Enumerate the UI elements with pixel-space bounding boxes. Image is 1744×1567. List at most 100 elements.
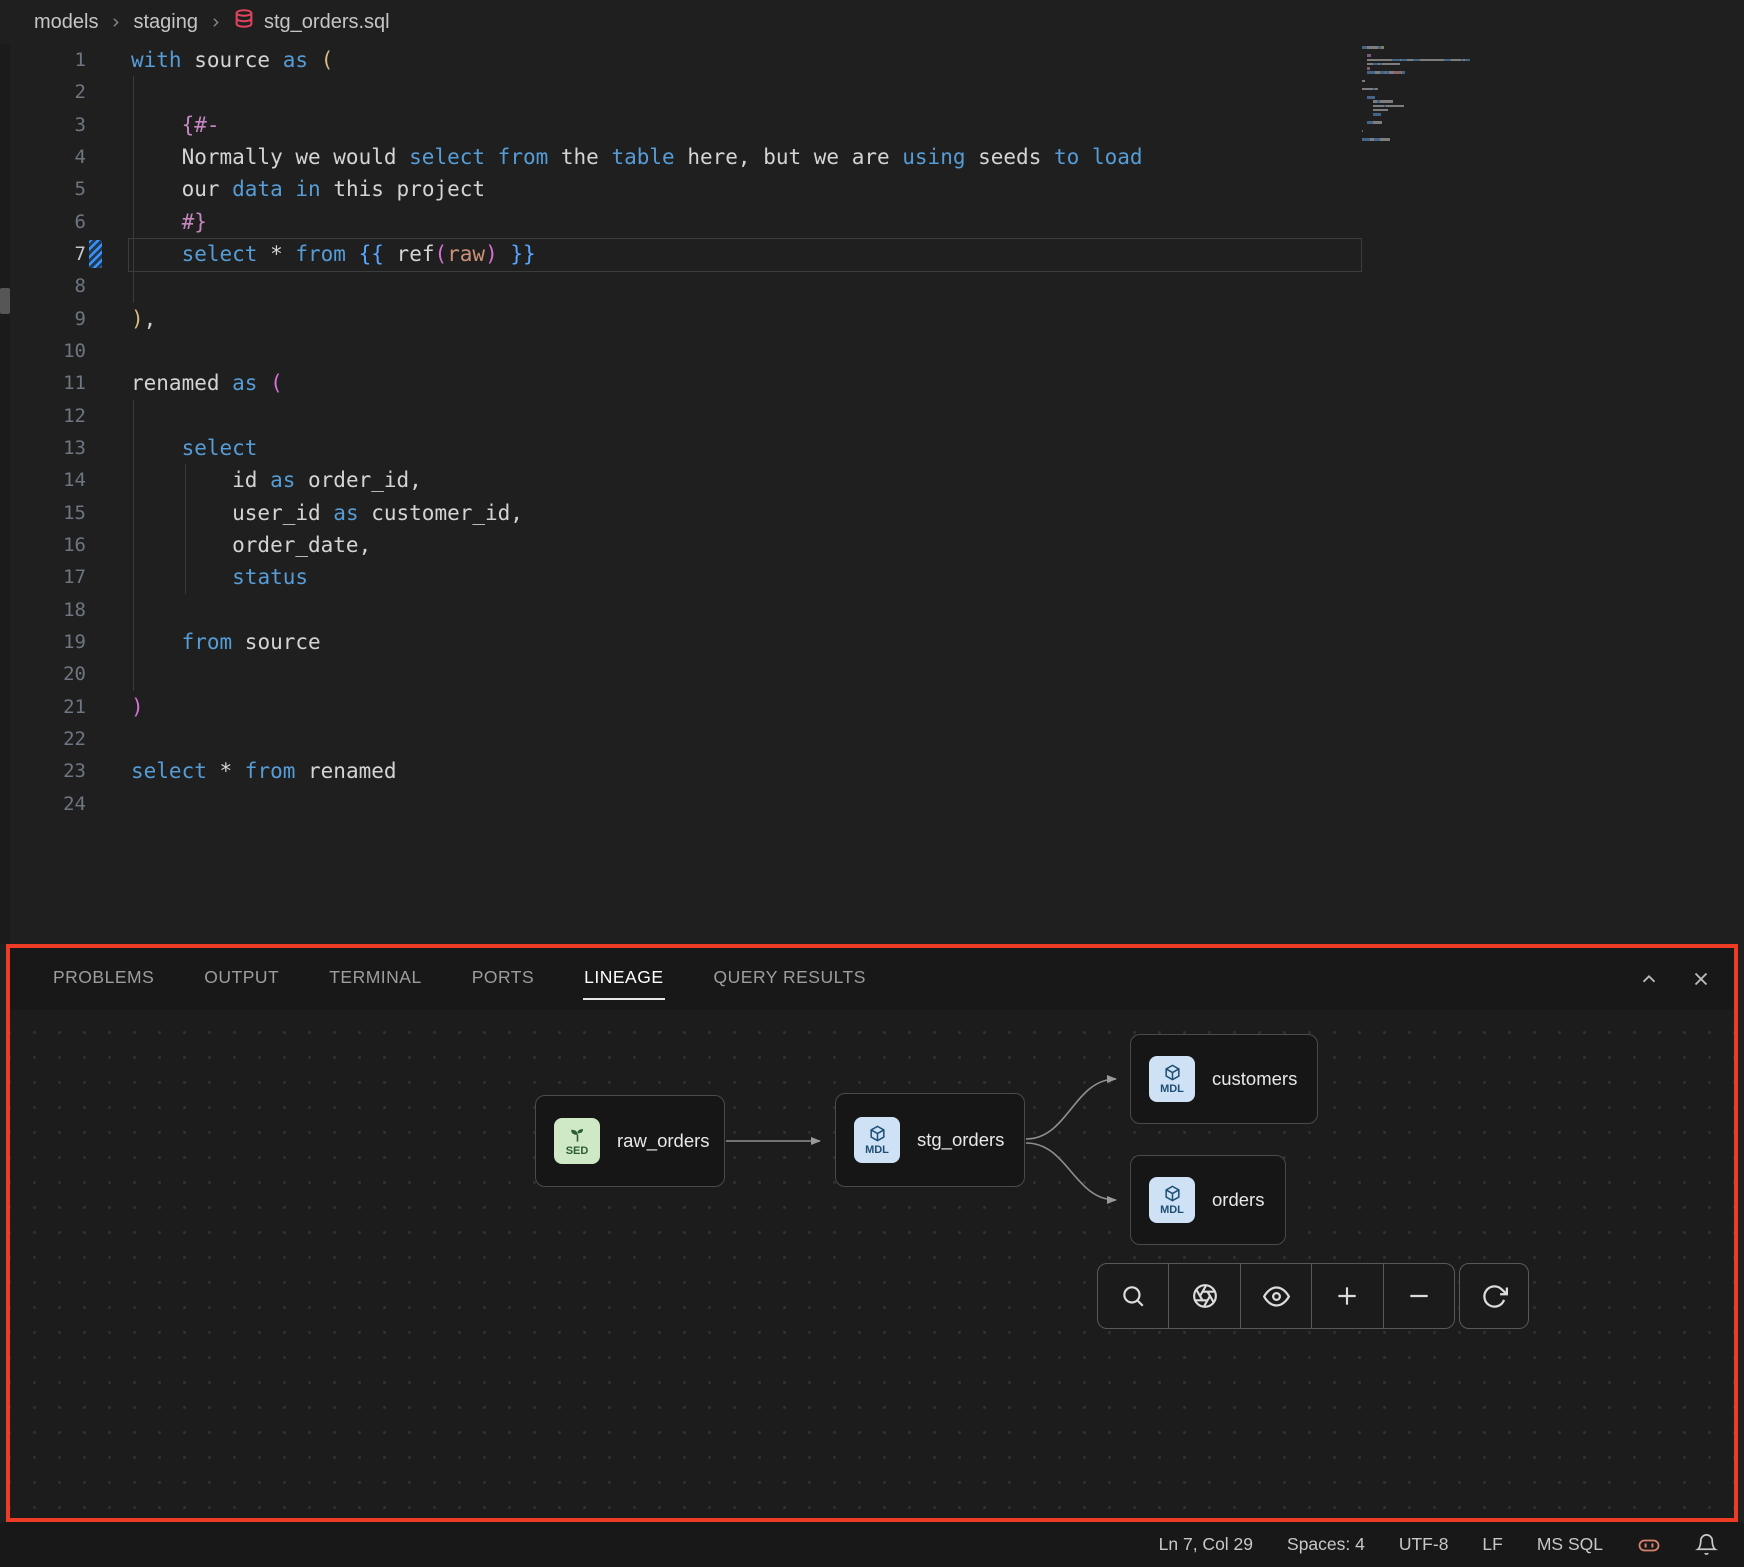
code-line-23[interactable]: 23select * from renamed — [0, 755, 1744, 787]
status-item-spaces-4[interactable]: Spaces: 4 — [1287, 1534, 1365, 1555]
copilot-icon[interactable] — [1637, 1533, 1661, 1557]
code-line-16[interactable]: 16 order_date, — [0, 529, 1744, 561]
gutter-decoration — [86, 335, 131, 367]
code-text: from source — [131, 630, 321, 654]
zoom-in-button[interactable] — [1311, 1264, 1382, 1328]
status-item-lf[interactable]: LF — [1482, 1534, 1502, 1555]
gutter-decoration — [86, 594, 131, 626]
line-number: 21 — [0, 696, 86, 718]
zoom-out-button[interactable] — [1383, 1264, 1454, 1328]
code-line-17[interactable]: 17 status — [0, 561, 1744, 593]
panel-tab-output[interactable]: OUTPUT — [203, 959, 280, 1000]
minimap-line — [1362, 71, 1532, 74]
code-line-21[interactable]: 21) — [0, 691, 1744, 723]
lineage-node-orders[interactable]: MDLorders — [1130, 1155, 1286, 1245]
status-bar: Ln 7, Col 29 Spaces: 4 UTF-8 LF MS SQL — [0, 1522, 1744, 1567]
breadcrumb-item-models[interactable]: models — [34, 11, 98, 34]
code-line-9[interactable]: 9), — [0, 303, 1744, 335]
gutter-decoration — [86, 76, 131, 108]
eye-icon — [1263, 1283, 1290, 1310]
line-number: 18 — [0, 599, 86, 621]
code-line-8[interactable]: 8 — [0, 270, 1744, 302]
aperture-button[interactable] — [1168, 1264, 1239, 1328]
gutter-decoration — [86, 238, 131, 270]
node-label: orders — [1212, 1189, 1264, 1211]
line-number: 17 — [0, 566, 86, 588]
code-line-13[interactable]: 13 select — [0, 432, 1744, 464]
line-number: 2 — [0, 81, 86, 103]
code-line-6[interactable]: 6 #} — [0, 206, 1744, 238]
line-number: 6 — [0, 211, 86, 233]
gutter-decoration — [86, 497, 131, 529]
panel-tab-lineage[interactable]: LINEAGE — [583, 959, 664, 1000]
gutter-decoration — [86, 173, 131, 205]
code-line-11[interactable]: 11 renamed as ( — [0, 367, 1744, 399]
refresh-button[interactable] — [1459, 1263, 1529, 1329]
minimap-line — [1362, 46, 1532, 49]
code-line-18[interactable]: 18 — [0, 594, 1744, 626]
minimap[interactable] — [1362, 46, 1532, 147]
panel-tab-problems[interactable]: PROBLEMS — [52, 959, 155, 1000]
breadcrumb-item-file[interactable]: stg_orders.sql — [233, 8, 390, 36]
code-line-5[interactable]: 5 our data in this project — [0, 173, 1744, 205]
gutter-decoration — [86, 691, 131, 723]
code-line-14[interactable]: 14 id as order_id, — [0, 464, 1744, 496]
search-icon — [1120, 1283, 1146, 1309]
lineage-node-stg_orders[interactable]: MDLstg_orders — [835, 1093, 1025, 1187]
status-item-utf-8[interactable]: UTF-8 — [1399, 1534, 1449, 1555]
line-number: 16 — [0, 534, 86, 556]
line-number: 11 — [0, 372, 86, 394]
minimap-line — [1362, 138, 1532, 141]
code-line-7[interactable]: 7 select * from {{ ref(raw) }} — [0, 238, 1744, 270]
indent-guide — [133, 400, 134, 691]
search-button[interactable] — [1098, 1264, 1168, 1328]
lineage-canvas[interactable]: SEDraw_ordersMDLstg_ordersMDLcustomersMD… — [10, 1010, 1734, 1518]
lineage-toolbar — [1097, 1263, 1455, 1329]
minimap-line — [1362, 96, 1532, 99]
panel-tab-terminal[interactable]: TERMINAL — [328, 959, 422, 1000]
gutter-decoration — [86, 561, 131, 593]
minimap-line — [1362, 126, 1532, 129]
minimap-line — [1362, 113, 1532, 116]
close-panel-icon[interactable] — [1690, 968, 1712, 990]
code-line-12[interactable]: 12 — [0, 400, 1744, 432]
code-line-22[interactable]: 22 — [0, 723, 1744, 755]
status-item-ln-7-col-29[interactable]: Ln 7, Col 29 — [1159, 1534, 1253, 1555]
gutter-decoration — [86, 206, 131, 238]
gutter-decoration — [86, 400, 131, 432]
lineage-node-customers[interactable]: MDLcustomers — [1130, 1034, 1318, 1124]
line-number: 24 — [0, 793, 86, 815]
code-editor[interactable]: 1with source as (23 {#-4 Normally we wou… — [0, 44, 1744, 944]
line-number: 19 — [0, 631, 86, 653]
code-line-15[interactable]: 15 user_id as customer_id, — [0, 497, 1744, 529]
minimap-line — [1362, 59, 1532, 62]
panel-tab-ports[interactable]: PORTS — [471, 959, 535, 1000]
model-badge-icon: MDL — [1149, 1056, 1195, 1102]
code-line-24[interactable]: 24 — [0, 788, 1744, 820]
minimap-line — [1362, 142, 1532, 145]
notifications-bell-icon[interactable] — [1695, 1533, 1718, 1556]
line-number: 3 — [0, 114, 86, 136]
lineage-node-raw_orders[interactable]: SEDraw_orders — [535, 1095, 725, 1187]
gutter-decoration — [86, 141, 131, 173]
node-label: raw_orders — [617, 1130, 710, 1152]
code-line-19[interactable]: 19 from source — [0, 626, 1744, 658]
code-line-10[interactable]: 10 — [0, 335, 1744, 367]
line-number: 23 — [0, 760, 86, 782]
code-text: select — [131, 436, 257, 460]
minimap-line — [1362, 130, 1532, 133]
database-file-icon — [233, 8, 255, 36]
code-line-20[interactable]: 20 — [0, 658, 1744, 690]
panel-tab-query-results[interactable]: QUERY RESULTS — [713, 959, 867, 1000]
line-number: 1 — [0, 49, 86, 71]
breadcrumb-item-staging[interactable]: staging — [133, 11, 198, 34]
gutter-decoration — [86, 303, 131, 335]
line-number: 13 — [0, 437, 86, 459]
eye-button[interactable] — [1240, 1264, 1311, 1328]
bottom-panel-annotated-region: PROBLEMS OUTPUT TERMINAL PORTS LINEAGE QUERY … — [6, 944, 1738, 1522]
code-text: renamed as ( — [131, 371, 283, 395]
status-item-ms-sql[interactable]: MS SQL — [1537, 1534, 1603, 1555]
collapse-panel-icon[interactable] — [1638, 968, 1660, 990]
model-badge-icon: MDL — [854, 1117, 900, 1163]
active-line-run-marker-icon[interactable] — [89, 240, 102, 268]
